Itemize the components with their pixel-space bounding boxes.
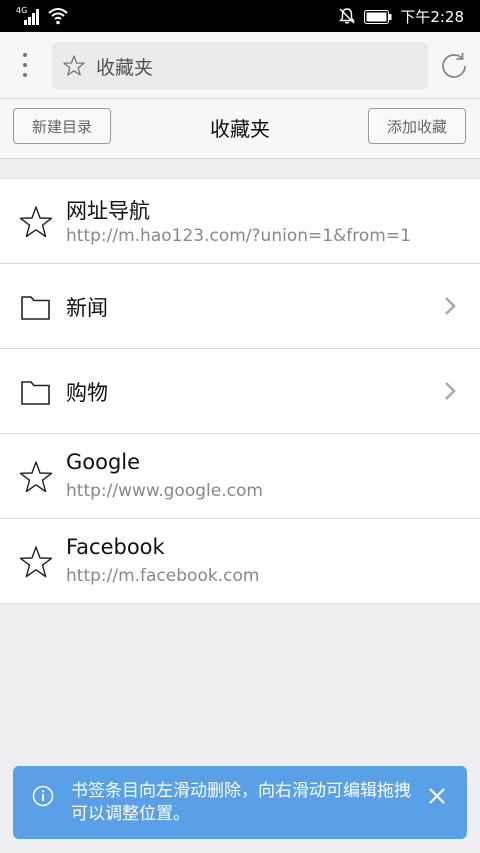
list-item-bookmark[interactable]: Facebook http://m.facebook.com	[0, 519, 480, 604]
bookmarks-header: 新建目录 收藏夹 添加收藏	[0, 99, 480, 159]
hint-toast: 书签条目向左滑动删除，向右滑动可编辑拖拽可以调整位置。	[13, 766, 467, 839]
star-outline-icon	[18, 205, 54, 239]
add-bookmark-button[interactable]: 添加收藏	[368, 108, 466, 144]
battery-icon	[364, 9, 392, 24]
folder-title: 购物	[66, 381, 108, 405]
folder-icon	[18, 375, 54, 409]
bookmark-url: http://www.google.com	[66, 481, 263, 501]
bookmark-url: http://m.facebook.com	[66, 566, 260, 586]
url-bar[interactable]: 收藏夹	[52, 42, 428, 90]
status-right: 下午2:28	[338, 6, 464, 26]
status-bar: 4G 下午2:28	[0, 0, 480, 32]
list-item-bookmark[interactable]: Google http://www.google.com	[0, 434, 480, 519]
list-item-bookmark[interactable]: 网址导航 http://m.hao123.com/?union=1&from=1	[0, 179, 480, 264]
star-icon[interactable]	[62, 54, 86, 78]
folder-icon	[18, 290, 54, 324]
status-left: 4G	[16, 6, 68, 26]
folder-title: 新闻	[66, 296, 108, 320]
mute-bell-icon	[338, 7, 356, 25]
signal-icon: 4G	[16, 6, 42, 26]
browser-toolbar: 收藏夹	[0, 32, 480, 99]
url-text[interactable]: 收藏夹	[96, 53, 153, 80]
info-icon	[31, 784, 55, 808]
toast-message: 书签条目向左滑动删除，向右滑动可编辑拖拽可以调整位置。	[71, 781, 411, 824]
chevron-right-icon	[442, 294, 458, 318]
more-vertical-icon	[22, 52, 28, 78]
bookmark-title: Google	[66, 450, 141, 474]
bookmark-title: Facebook	[66, 535, 165, 559]
bookmark-url: http://m.hao123.com/?union=1&from=1	[66, 226, 411, 246]
star-outline-icon	[18, 460, 54, 494]
close-icon[interactable]	[425, 784, 449, 808]
bookmark-title: 网址导航	[66, 199, 150, 223]
bookmark-list: 网址导航 http://m.hao123.com/?union=1&from=1…	[0, 178, 480, 604]
chevron-right-icon	[442, 379, 458, 403]
refresh-button[interactable]	[438, 50, 470, 82]
list-item-folder[interactable]: 新闻	[0, 264, 480, 349]
network-type: 4G	[16, 6, 28, 15]
more-menu-button[interactable]	[10, 48, 40, 82]
wifi-icon	[48, 6, 68, 26]
star-outline-icon	[18, 545, 54, 579]
refresh-icon	[438, 50, 470, 82]
list-item-folder[interactable]: 购物	[0, 349, 480, 434]
status-time: 下午2:28	[400, 7, 464, 26]
